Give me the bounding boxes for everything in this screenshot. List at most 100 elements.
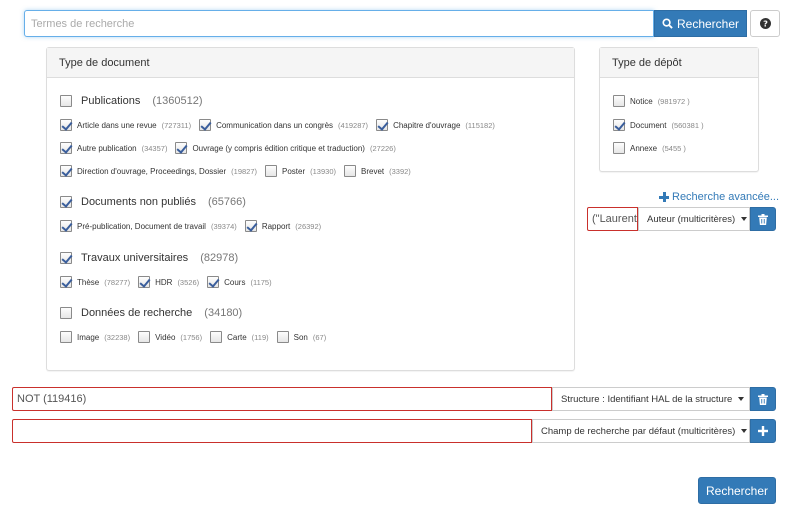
option-count: (1175) bbox=[250, 277, 272, 287]
add-criterion-button[interactable] bbox=[750, 419, 776, 443]
trash-icon bbox=[758, 213, 768, 225]
option-image[interactable]: Image (32238) bbox=[60, 331, 130, 343]
option-count: (26392) bbox=[295, 221, 322, 231]
dropdown-label: Champ de recherche par défaut (multicrit… bbox=[541, 425, 736, 437]
plus-icon bbox=[659, 192, 669, 202]
advanced-search-link[interactable]: Recherche avancée... bbox=[659, 191, 779, 203]
option-label: Pré-publication, Document de travail bbox=[77, 221, 206, 231]
checkbox[interactable] bbox=[60, 276, 72, 288]
option-rapport[interactable]: Rapport (26392) bbox=[244, 220, 322, 232]
checkbox[interactable] bbox=[210, 331, 223, 343]
checkbox[interactable] bbox=[276, 331, 289, 343]
option-count: (34357) bbox=[141, 143, 168, 153]
checkbox[interactable] bbox=[613, 142, 625, 154]
option-these[interactable]: Thèse (78277) bbox=[60, 276, 130, 288]
option-label: Cours bbox=[224, 277, 246, 287]
option-count: (19827) bbox=[231, 166, 258, 176]
group-label: Travaux universitaires bbox=[81, 252, 189, 264]
checkbox[interactable] bbox=[60, 196, 72, 208]
option-son[interactable]: Son (67) bbox=[276, 331, 327, 343]
document-type-panel: Type de document Publications (1360512) A… bbox=[46, 47, 575, 371]
checkbox[interactable] bbox=[60, 252, 72, 264]
option-label: Autre publication bbox=[77, 143, 137, 153]
search-bar: Rechercher ? bbox=[24, 10, 780, 37]
checkbox[interactable] bbox=[265, 165, 278, 177]
group-publications[interactable]: Publications (1360512) bbox=[60, 95, 202, 107]
checkbox[interactable] bbox=[175, 142, 188, 154]
checkbox[interactable] bbox=[60, 307, 72, 319]
checkbox[interactable] bbox=[60, 220, 72, 232]
option-count: (78277) bbox=[104, 277, 131, 287]
submit-search-button[interactable]: Rechercher bbox=[698, 477, 776, 504]
option-count: (3392) bbox=[389, 166, 411, 176]
checkbox[interactable] bbox=[376, 119, 389, 131]
option-communication[interactable]: Communication dans un congrès (419287) bbox=[199, 119, 368, 131]
publications-row-3: Direction d'ouvrage, Proceedings, Dossie… bbox=[60, 165, 419, 177]
structure-criterion-input[interactable]: NOT (119416) bbox=[12, 387, 552, 411]
group-count: (1360512) bbox=[152, 95, 203, 107]
plus-icon bbox=[758, 426, 768, 436]
depot-option-annexe[interactable]: Annexe (5455 ) bbox=[613, 142, 694, 154]
search-icon bbox=[662, 18, 673, 29]
option-pre-publication[interactable]: Pré-publication, Document de travail (393… bbox=[60, 220, 237, 232]
search-button[interactable]: Rechercher bbox=[654, 10, 747, 37]
option-video[interactable]: Vidéo (1756) bbox=[138, 331, 202, 343]
option-autre-publication[interactable]: Autre publication (34357) bbox=[60, 142, 167, 154]
dropdown-label: Auteur (multicritères) bbox=[647, 213, 736, 225]
caret-down-icon bbox=[738, 397, 745, 401]
checkbox[interactable] bbox=[60, 119, 72, 131]
option-label: Chapitre d'ouvrage bbox=[393, 120, 461, 130]
option-direction-ouvrage[interactable]: Direction d'ouvrage, Proceedings, Dossie… bbox=[60, 165, 257, 177]
option-count: (981972 ) bbox=[657, 96, 690, 106]
option-brevet[interactable]: Brevet (3392) bbox=[344, 165, 411, 177]
option-cours[interactable]: Cours (1175) bbox=[207, 276, 272, 288]
option-count: (32238) bbox=[104, 332, 131, 342]
checkbox[interactable] bbox=[613, 119, 625, 131]
option-count: (5455 ) bbox=[662, 143, 686, 153]
option-label: Son bbox=[293, 332, 308, 342]
author-criterion-input[interactable]: ("Laurent bbox=[587, 207, 638, 231]
travaux-universitaires-row: Thèse (78277) HDR (3526) Cours (1175) bbox=[60, 276, 280, 288]
group-travaux-universitaires[interactable]: Travaux universitaires (82978) bbox=[60, 252, 238, 264]
question-circle-icon: ? bbox=[759, 18, 771, 29]
group-documents-non-publies[interactable]: Documents non publiés (65766) bbox=[60, 196, 246, 208]
group-donnees-de-recherche[interactable]: Données de recherche (34180) bbox=[60, 307, 242, 319]
option-chapitre[interactable]: Chapitre d'ouvrage (115182) bbox=[376, 119, 495, 131]
structure-field-dropdown[interactable]: Structure : Identifiant HAL de la struct… bbox=[552, 387, 750, 411]
checkbox[interactable] bbox=[138, 276, 151, 288]
option-poster[interactable]: Poster (13930) bbox=[265, 165, 336, 177]
publications-row-1: Article dans une revue (727311) Communica… bbox=[60, 119, 503, 131]
group-label: Publications bbox=[81, 95, 141, 107]
default-field-dropdown[interactable]: Champ de recherche par défaut (multicrit… bbox=[532, 419, 750, 443]
option-hdr[interactable]: HDR (3526) bbox=[138, 276, 199, 288]
depot-option-notice[interactable]: Notice (981972 ) bbox=[613, 95, 698, 107]
option-count: (67) bbox=[312, 332, 327, 342]
option-label: Notice bbox=[630, 96, 653, 106]
remove-author-criterion-button[interactable] bbox=[750, 207, 776, 231]
option-count: (39374) bbox=[210, 221, 237, 231]
checkbox[interactable] bbox=[60, 165, 72, 177]
checkbox[interactable] bbox=[207, 276, 220, 288]
checkbox[interactable] bbox=[60, 331, 72, 343]
checkbox[interactable] bbox=[138, 331, 151, 343]
help-button[interactable]: ? bbox=[750, 10, 780, 37]
depot-type-panel: Type de dépôt Notice (981972 ) Document (5… bbox=[599, 47, 759, 172]
option-article[interactable]: Article dans une revue (727311) bbox=[60, 119, 191, 131]
checkbox[interactable] bbox=[60, 95, 72, 107]
remove-structure-criterion-button[interactable] bbox=[750, 387, 776, 411]
option-label: Ouvrage (y compris édition critique et t… bbox=[192, 143, 365, 153]
default-criterion-input[interactable] bbox=[12, 419, 532, 443]
search-input[interactable] bbox=[24, 10, 654, 37]
option-ouvrage[interactable]: Ouvrage (y compris édition critique et t… bbox=[175, 142, 396, 154]
checkbox[interactable] bbox=[60, 142, 72, 154]
publications-row-2: Autre publication (34357) Ouvrage (y comp… bbox=[60, 142, 404, 154]
depot-option-document[interactable]: Document (560381 ) bbox=[613, 119, 712, 131]
author-field-dropdown[interactable]: Auteur (multicritères) bbox=[638, 207, 750, 231]
option-count: (1756) bbox=[180, 332, 203, 342]
option-carte[interactable]: Carte (119) bbox=[210, 331, 269, 343]
checkbox[interactable] bbox=[244, 220, 257, 232]
checkbox[interactable] bbox=[613, 95, 625, 107]
checkbox[interactable] bbox=[199, 119, 212, 131]
checkbox[interactable] bbox=[344, 165, 356, 177]
option-label: Brevet bbox=[361, 166, 385, 176]
